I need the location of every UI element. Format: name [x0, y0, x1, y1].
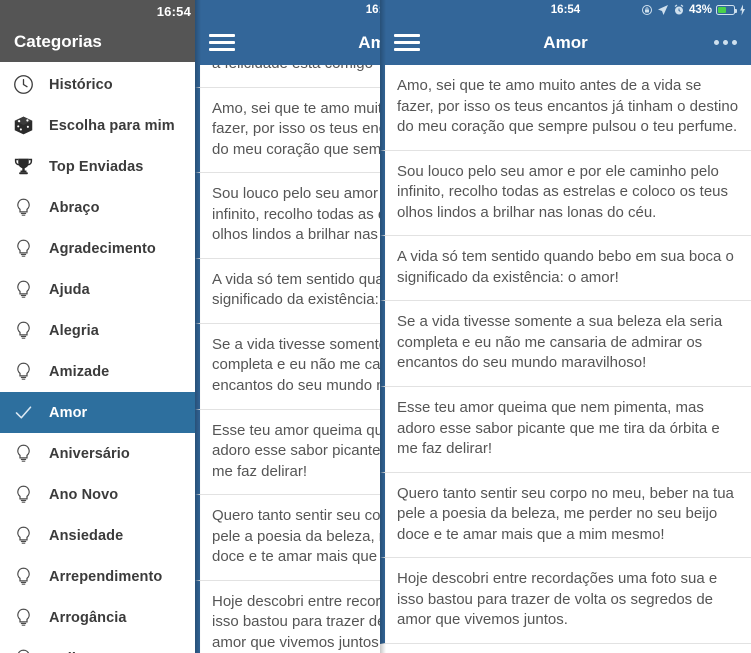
drawer-title: Categorias: [14, 32, 102, 51]
message-item[interactable]: Quero tanto sentir seu corpo no meu, beb…: [380, 472, 751, 559]
category-list: Histórico Escolha para mim Top Enviadas …: [0, 62, 195, 653]
sidebar-item-label: Aniversário: [49, 445, 130, 462]
sidebar-item-historico[interactable]: Histórico: [0, 64, 195, 105]
drawer-status-time: 16:54: [156, 4, 191, 19]
message-item[interactable]: A vida só tem sentido quando bebo em sua…: [380, 236, 751, 302]
sidebar-item-amor[interactable]: Amor: [0, 392, 195, 433]
sidebar-item-ajuda[interactable]: Ajuda: [0, 269, 195, 310]
lightbulb-icon: [12, 484, 34, 506]
message-item[interactable]: Esse teu amor queima que nem pimenta, ma…: [195, 409, 380, 496]
hamburger-icon[interactable]: [209, 30, 235, 55]
sidebar-item-top-enviadas[interactable]: Top Enviadas: [0, 146, 195, 187]
sidebar-item-ansiedade[interactable]: Ansiedade: [0, 515, 195, 556]
message-item[interactable]: Esse teu amor queima que nem pimenta, ma…: [380, 387, 751, 473]
lightbulb-icon: [12, 648, 34, 653]
sidebar-item-escolha-para-mim[interactable]: Escolha para mim: [0, 105, 195, 146]
location-arrow-icon: [657, 5, 668, 15]
sidebar-item-label: Histórico: [49, 76, 113, 93]
sidebar-item-label: Top Enviadas: [49, 158, 144, 175]
lightbulb-icon: [12, 607, 34, 629]
hamburger-icon[interactable]: [394, 30, 420, 55]
message-item[interactable]: Sou louco pelo seu amor e por ele caminh…: [380, 150, 751, 237]
lightbulb-icon: [12, 566, 34, 588]
clock-icon: [12, 74, 34, 96]
sidebar-item-beijo[interactable]: Beijo: [0, 638, 195, 653]
sidebar-item-label: Amizade: [49, 363, 110, 380]
status-time: 16:54: [365, 4, 380, 16]
trophy-icon: [12, 156, 34, 178]
sidebar-item-agradecimento[interactable]: Agradecimento: [0, 228, 195, 269]
phone-panel-middle: 16:54 43% Amor a felicidade está comigo …: [195, 0, 380, 653]
message-item[interactable]: Quero tanto sentir seu corpo no meu, beb…: [195, 495, 380, 581]
app-bar-middle: Amor: [195, 20, 380, 65]
sidebar-item-label: Alegria: [49, 322, 99, 339]
lightbulb-icon: [12, 361, 34, 383]
status-icons-right: 43%: [641, 0, 746, 20]
sidebar-item-label: Ajuda: [49, 281, 90, 298]
lightbulb-icon: [12, 197, 34, 219]
lightbulb-icon: [12, 279, 34, 301]
sidebar-item-label: Ano Novo: [49, 486, 119, 503]
lightbulb-icon: [12, 238, 34, 260]
sidebar-item-label: Amor: [49, 404, 88, 421]
message-list-right: Amo, sei que te amo muito antes de a vid…: [380, 65, 751, 644]
message-item[interactable]: Hoje descobri entre recordações uma foto…: [195, 580, 380, 653]
status-bar-right: 16:54 43%: [380, 0, 751, 20]
drawer-header: 16:54 Categorias: [0, 0, 195, 62]
lightbulb-icon: [12, 320, 34, 342]
sidebar-item-alegria[interactable]: Alegria: [0, 310, 195, 351]
sidebar-item-label: Arrependimento: [49, 568, 163, 585]
message-item[interactable]: Amo, sei que te amo muito antes de a vid…: [380, 65, 751, 151]
app-bar-right: Amor: [380, 20, 751, 65]
battery-percent: 43%: [688, 4, 712, 16]
rotation-lock-icon: [641, 5, 652, 15]
sidebar-item-amizade[interactable]: Amizade: [0, 351, 195, 392]
app-title-right: Amor: [543, 32, 588, 52]
sidebar-item-ano-novo[interactable]: Ano Novo: [0, 474, 195, 515]
status-bar-middle: 16:54 43%: [195, 0, 380, 20]
alarm-clock-icon: [674, 4, 684, 15]
message-item[interactable]: Hoje descobri entre recordações uma foto…: [380, 558, 751, 644]
sidebar-item-label: Agradecimento: [49, 240, 156, 257]
battery-icon: [716, 5, 738, 15]
sidebar-item-abraco[interactable]: Abraço: [0, 187, 195, 228]
sidebar-item-label: Abraço: [49, 199, 100, 216]
phone-panel-right: 16:54 43% Amor Amo, sei que te amo muito…: [380, 0, 751, 653]
charging-bolt-icon: [740, 4, 745, 16]
dice-icon: [12, 115, 34, 137]
message-item[interactable]: Se a vida tivesse somente a sua beleza e…: [380, 301, 751, 388]
sidebar-item-label: Escolha para mim: [49, 117, 175, 134]
sidebar-item-label: Arrogância: [49, 609, 127, 626]
sidebar-item-label: Ansiedade: [49, 527, 124, 544]
message-item[interactable]: Amo, sei que te amo muito antes de a vid…: [195, 87, 380, 174]
message-list-middle: a felicidade está comigo Amo, sei que te…: [195, 43, 380, 653]
message-item[interactable]: A vida só tem sentido quando bebo em sua…: [195, 258, 380, 324]
more-options-icon[interactable]: [714, 40, 737, 45]
lightbulb-icon: [12, 525, 34, 547]
screen-root: 16:54 43% Amor a felicidade está comigo …: [0, 0, 751, 653]
lightbulb-icon: [12, 443, 34, 465]
message-item[interactable]: Se a vida tivesse somente a sua beleza e…: [195, 323, 380, 410]
check-icon: [12, 402, 34, 424]
message-item[interactable]: Sou louco pelo seu amor e por ele caminh…: [195, 173, 380, 259]
sidebar-item-arrependimento[interactable]: Arrependimento: [0, 556, 195, 597]
sidebar-item-aniversario[interactable]: Aniversário: [0, 433, 195, 474]
sidebar-item-arrogancia[interactable]: Arrogância: [0, 597, 195, 638]
categories-drawer: 16:54 Categorias Histórico Escolha para …: [0, 0, 195, 653]
